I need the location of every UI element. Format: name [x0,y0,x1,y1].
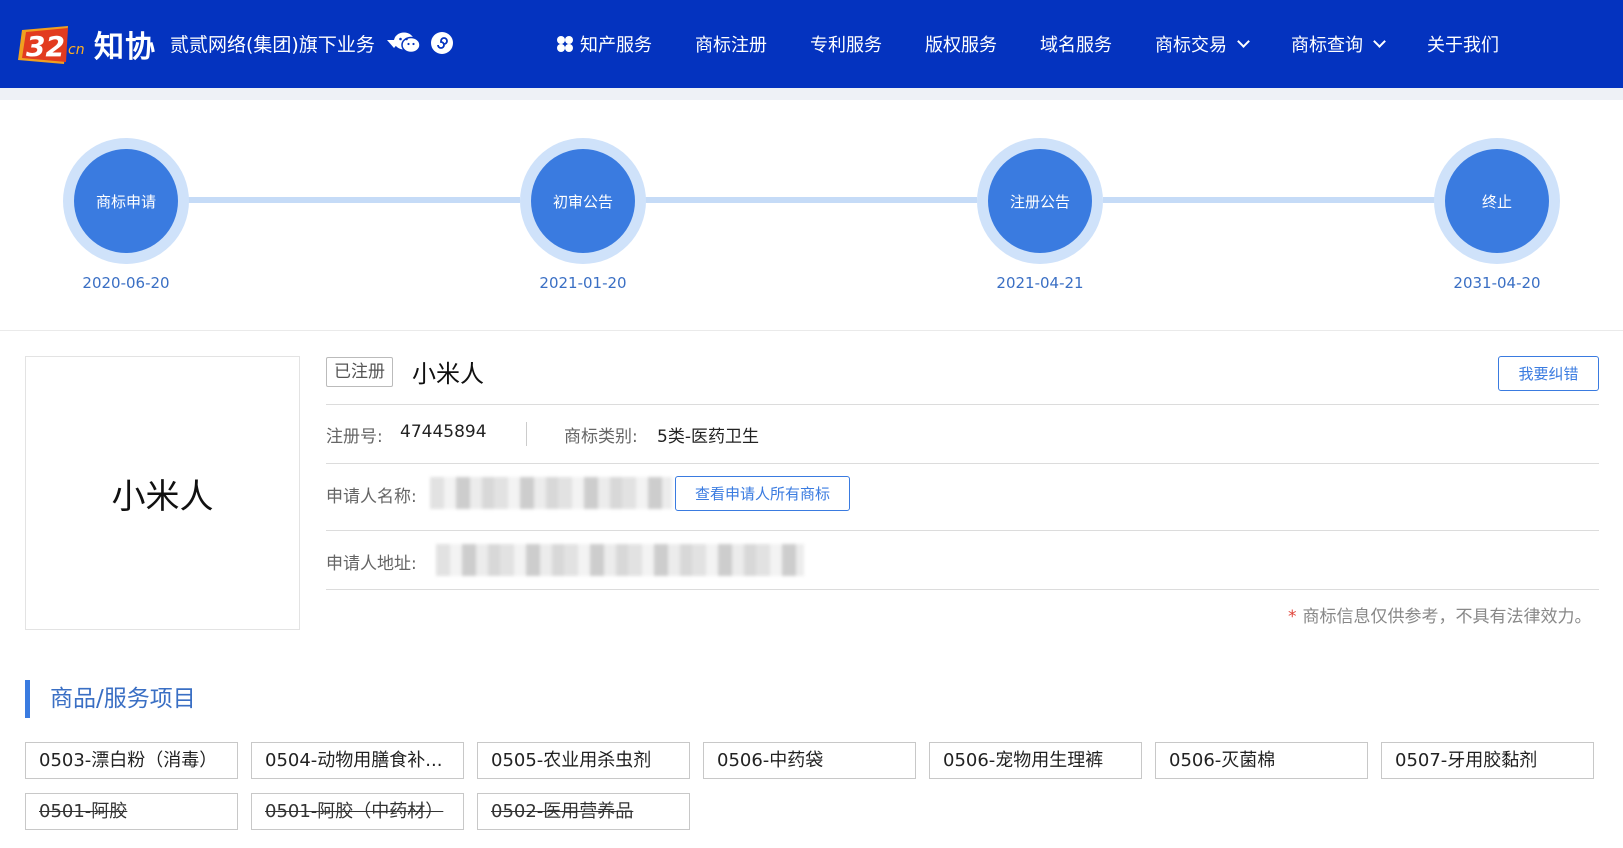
goods-item[interactable]: 0507-牙用胶黏剂 [1381,742,1594,779]
menu-label: 商标交易 [1155,35,1227,56]
group-label: 贰贰网络(集团)旗下业务 [170,34,375,56]
menu-label: 知产服务 [580,35,652,56]
menu-label: 商标查询 [1291,35,1363,56]
main-menu: 知产服务 商标注册 专利服务 版权服务 域名服务 商标交易 商标查询 关于我们 [556,0,1499,88]
menu-about[interactable]: 关于我们 [1427,31,1499,57]
reg-no-label: 注册号: [326,427,383,447]
svg-text:cn: cn [68,42,85,58]
goods-section-title: 商品/服务项目 [25,680,196,718]
mini-program-icon[interactable] [430,31,454,55]
timeline-connector [1103,197,1435,203]
category-label: 商标类别: [564,427,638,447]
applicant-address-redacted [436,544,804,576]
vertical-divider [526,422,527,446]
timeline-date: 2021-04-21 [996,274,1084,292]
menu-label: 关于我们 [1427,35,1499,56]
timeline-connector [188,197,520,203]
goods-item[interactable]: 0504-动物用膳食补... [251,742,464,779]
disclaimer: * 商标信息仅供参考，不具有法律效力。 [1288,602,1592,627]
menu-label: 专利服务 [810,35,882,56]
menu-domain[interactable]: 域名服务 [1040,31,1112,57]
goods-item[interactable]: 0505-农业用杀虫剂 [477,742,690,779]
reg-no-value: 47445894 [400,422,487,442]
nav-divider [0,88,1623,100]
timeline-node: 初审公告 [520,138,646,264]
goods-item-deleted[interactable]: 0501-阿胶 [25,793,238,830]
timeline-node-label: 注册公告 [988,149,1092,253]
svg-text:32: 32 [26,30,65,63]
timeline-node: 注册公告 [977,138,1103,264]
chevron-down-icon [1237,35,1250,48]
menu-copyright[interactable]: 版权服务 [925,31,997,57]
applicant-name-redacted [430,477,672,509]
trademark-image: 小米人 [25,356,300,630]
logo-text: 知协 [94,30,156,65]
timeline-node-label: 商标申请 [74,149,178,253]
goods-item-deleted[interactable]: 0501-阿胶（中药材） [251,793,464,830]
status-badge: 已注册 [326,357,393,387]
menu-patent[interactable]: 专利服务 [810,31,882,57]
row-divider [326,530,1599,531]
goods-item[interactable]: 0506-宠物用生理裤 [929,742,1142,779]
goods-item[interactable]: 0503-漂白粉（消毒） [25,742,238,779]
report-error-button[interactable]: 我要纠错 [1498,356,1599,391]
menu-trademark-register[interactable]: 商标注册 [695,31,767,57]
group-dropdown[interactable]: 贰贰网络(集团)旗下业务 [170,30,401,57]
menu-label: 域名服务 [1040,35,1112,56]
wechat-icon[interactable] [393,31,421,55]
timeline-date: 2031-04-20 [1453,274,1541,292]
timeline-connector [645,197,977,203]
timeline-node: 商标申请 [63,138,189,264]
timeline-node-label: 初审公告 [531,149,635,253]
applicant-label: 申请人名称: [326,487,417,507]
view-all-trademarks-button[interactable]: 查看申请人所有商标 [675,476,850,511]
section-divider [0,330,1623,331]
category-value: 5类-医药卫生 [657,427,759,447]
goods-item[interactable]: 0506-中药袋 [703,742,916,779]
timeline-node: 终止 [1434,138,1560,264]
menu-label: 商标注册 [695,35,767,56]
goods-item[interactable]: 0506-灭菌棉 [1155,742,1368,779]
timeline-date: 2021-01-20 [539,274,627,292]
menu-trademark-search[interactable]: 商标查询 [1291,31,1386,57]
address-label: 申请人地址: [326,554,417,574]
row-divider [326,463,1599,464]
menu-ip-services[interactable]: 知产服务 [556,31,652,57]
menu-trademark-trade[interactable]: 商标交易 [1155,31,1250,57]
goods-item-deleted[interactable]: 0502-医用营养品 [477,793,690,830]
top-nav: 32 cn 知协 贰贰网络(集团)旗下业务 知产服务 商标注册 专利服务 版权服… [0,0,1623,88]
status-timeline: 商标申请 初审公告 注册公告 终止 2020-06-20 2021-01-20 … [0,100,1623,330]
logo-badge-icon: 32 cn [18,26,85,64]
disclaimer-text: 商标信息仅供参考，不具有法律效力。 [1302,607,1592,627]
trademark-name: 小米人 [412,360,484,388]
menu-label: 版权服务 [925,35,997,56]
row-divider [326,589,1599,590]
required-star: * [1288,607,1297,627]
chevron-down-icon [1373,35,1386,48]
timeline-date: 2020-06-20 [82,274,170,292]
clover-icon [557,36,573,52]
site-logo[interactable]: 32 cn 知协 [18,20,158,66]
row-divider [326,404,1599,405]
timeline-node-label: 终止 [1445,149,1549,253]
